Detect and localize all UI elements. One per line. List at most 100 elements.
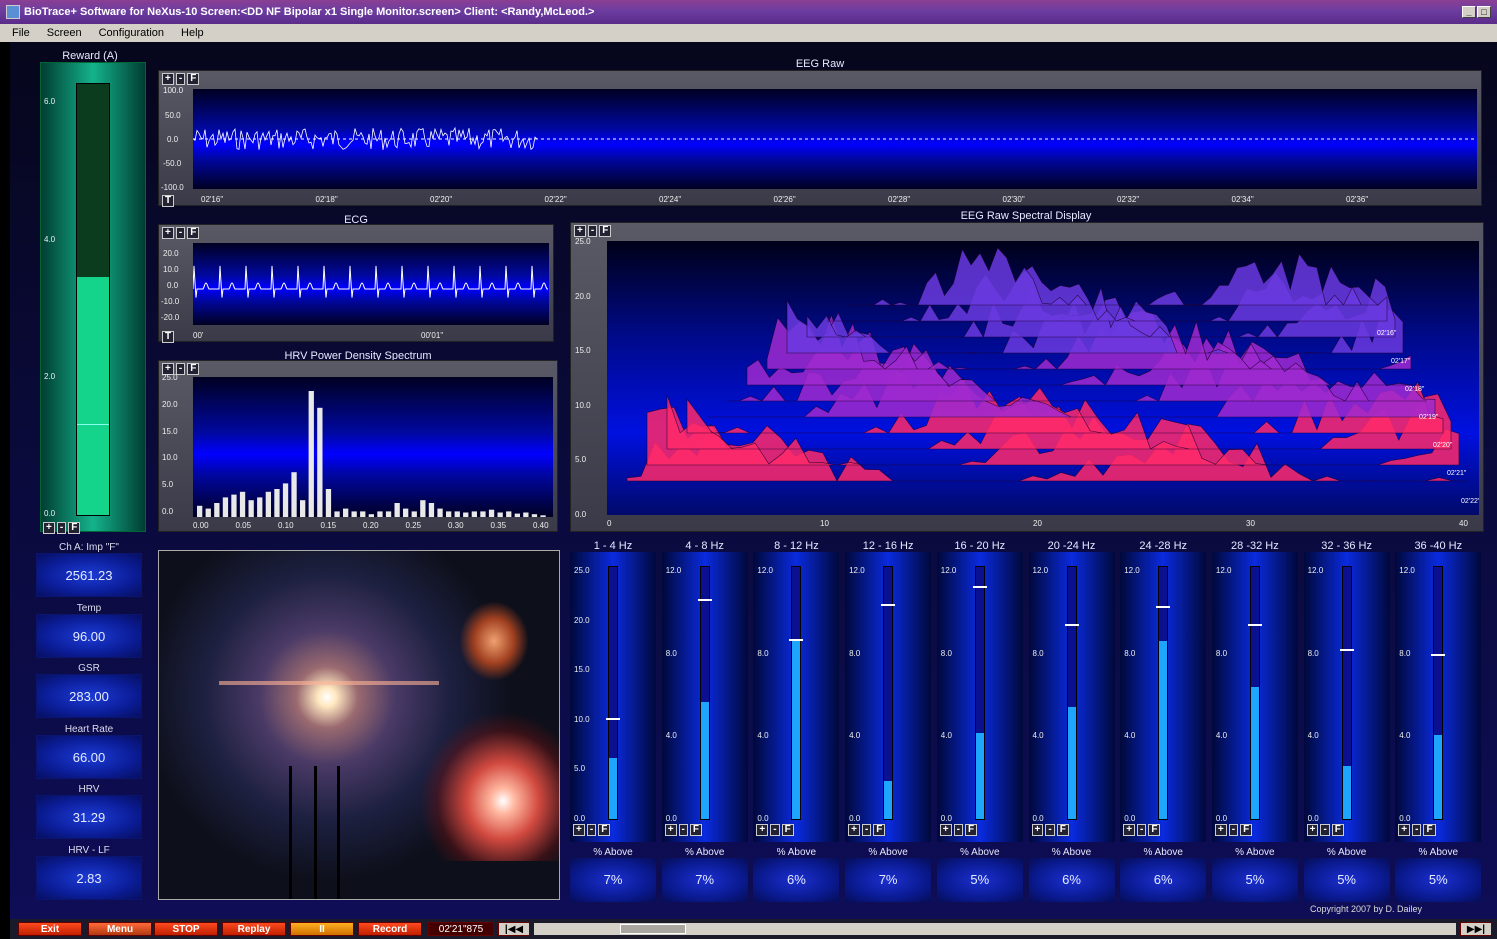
fit-button[interactable]: F <box>689 824 702 836</box>
ecg-ytick: 20.0 <box>163 249 179 258</box>
meter-value: 2561.23 <box>36 553 142 597</box>
fit-button[interactable]: F <box>1056 824 1069 836</box>
band-tick: 4.0 <box>1307 731 1319 741</box>
fit-button[interactable]: F <box>187 227 200 239</box>
hrv-psd-bar <box>239 491 246 517</box>
zoom-in-button[interactable]: + <box>162 227 174 239</box>
zoom-out-button[interactable]: - <box>1412 824 1422 836</box>
fit-button[interactable]: F <box>1148 824 1161 836</box>
reward-tick-0: 0.0 <box>44 509 56 518</box>
pct-above-value: 5% <box>1395 858 1482 902</box>
zoom-in-button[interactable]: + <box>756 824 769 836</box>
zoom-in-button[interactable]: + <box>1398 824 1411 836</box>
fit-button[interactable]: F <box>873 824 886 836</box>
zoom-out-button[interactable]: - <box>56 522 67 534</box>
band-meter: 12.0 8.0 4.0 0.0 + - F <box>1395 552 1482 842</box>
record-button[interactable]: Record <box>358 922 422 936</box>
hrv-xtick: 0.20 <box>363 521 379 530</box>
zoom-in-button[interactable]: + <box>43 522 55 534</box>
hrv-psd-bars <box>197 391 546 517</box>
ecg-time-controls: T <box>162 331 175 343</box>
zoom-out-button[interactable]: - <box>586 824 597 836</box>
band-meter: 12.0 8.0 4.0 0.0 + - F <box>845 552 932 842</box>
zoom-out-button[interactable]: - <box>953 824 963 836</box>
band-threshold <box>1156 606 1171 609</box>
fit-button[interactable]: F <box>187 73 200 85</box>
menu-help[interactable]: Help <box>181 27 204 39</box>
band-threshold <box>1431 654 1446 657</box>
fit-button[interactable]: F <box>68 522 81 534</box>
menu-configuration[interactable]: Configuration <box>99 27 164 39</box>
band-tick: 0.0 <box>940 814 952 823</box>
eeg-ytick: 0.0 <box>167 135 179 144</box>
band-tick: 0.0 <box>1215 814 1228 823</box>
band-fill <box>975 732 984 819</box>
time-button[interactable]: T <box>162 195 175 207</box>
pct-above-label: % Above <box>1326 847 1367 858</box>
zoom-out-button[interactable]: - <box>1320 824 1330 836</box>
fit-button[interactable]: F <box>964 824 978 836</box>
zoom-in-button[interactable]: + <box>1123 824 1136 836</box>
zoom-out-button[interactable]: - <box>175 227 186 239</box>
zoom-out-button[interactable]: - <box>678 824 688 836</box>
eeg-xtick: 02'24" <box>659 195 682 204</box>
fit-button[interactable]: F <box>598 824 611 836</box>
fit-button[interactable]: F <box>187 363 200 375</box>
spectral-xtick: 10 <box>820 519 829 528</box>
hrv-xtick: 0.05 <box>235 521 252 530</box>
zoom-in-button[interactable]: + <box>848 824 860 836</box>
zoom-in-button[interactable]: + <box>573 824 585 836</box>
pct-above-label: % Above <box>1143 847 1183 858</box>
zoom-out-button[interactable]: - <box>1137 824 1147 836</box>
band-fill <box>1342 765 1351 819</box>
band-controls: + - F <box>573 824 611 836</box>
spectral-time-label: 02'20" <box>1433 442 1453 449</box>
zoom-out-button[interactable]: - <box>175 73 186 85</box>
hrv-psd-bar <box>531 514 538 517</box>
pct-above-label: % Above <box>593 847 633 858</box>
spectral-plot: 02'16" 02'17" 02'18" 02'19" 02'20" 02'21" 02'2… <box>607 241 1481 515</box>
hrv-psd-bar <box>334 511 340 517</box>
time-button[interactable]: T <box>162 331 175 343</box>
hrv-psd-bar <box>351 511 357 517</box>
band-track <box>881 566 896 820</box>
exit-button[interactable]: Exit <box>18 922 82 936</box>
eeg-xtick: 02'32" <box>1117 195 1140 204</box>
fit-button[interactable]: F <box>781 824 794 836</box>
fit-button[interactable]: F <box>1240 824 1253 836</box>
zoom-out-button[interactable]: - <box>770 824 780 836</box>
fit-button[interactable]: F <box>1423 824 1436 836</box>
zoom-in-button[interactable]: + <box>1214 824 1227 836</box>
zoom-in-button[interactable]: + <box>1031 824 1044 836</box>
eeg-ytick: -100.0 <box>161 183 184 192</box>
menu-file[interactable]: File <box>12 27 30 39</box>
playback-scrollbar[interactable] <box>534 923 1456 935</box>
zoom-out-button[interactable]: - <box>1228 824 1239 836</box>
menu-button[interactable]: Menu <box>88 922 152 936</box>
menu-screen[interactable]: Screen <box>47 27 82 39</box>
zoom-in-button[interactable]: + <box>1306 824 1319 836</box>
replay-button[interactable]: Replay <box>222 922 286 936</box>
band-controls: + - F <box>1306 824 1344 836</box>
stop-button[interactable]: STOP <box>154 922 218 936</box>
band-meter: 12.0 8.0 4.0 0.0 + - F <box>1303 552 1390 842</box>
spectral-title: EEG Raw Spectral Display <box>960 210 1092 222</box>
hrv-psd-bar <box>411 511 417 517</box>
fit-button[interactable]: F <box>1331 824 1344 836</box>
maximize-button[interactable]: □ <box>1477 6 1491 18</box>
pct-above-label: % Above <box>776 847 817 858</box>
band-label: 16 - 20 Hz <box>954 540 1006 552</box>
forward-button[interactable]: ▶▶| <box>1460 922 1492 936</box>
scrollbar-thumb[interactable] <box>620 924 686 934</box>
meter-label: Temp <box>76 602 102 614</box>
zoom-in-button[interactable]: + <box>664 824 677 836</box>
rewind-button[interactable]: |◀◀ <box>498 922 530 936</box>
zoom-in-button[interactable]: + <box>939 824 952 836</box>
pct-above-value: 5% <box>936 858 1023 902</box>
minimize-button[interactable]: _ <box>1462 6 1476 18</box>
zoom-out-button[interactable]: - <box>861 824 872 836</box>
zoom-in-button[interactable]: + <box>162 73 174 85</box>
zoom-out-button[interactable]: - <box>1045 824 1055 836</box>
band-track <box>1431 566 1446 820</box>
pause-button[interactable]: II <box>290 922 354 936</box>
